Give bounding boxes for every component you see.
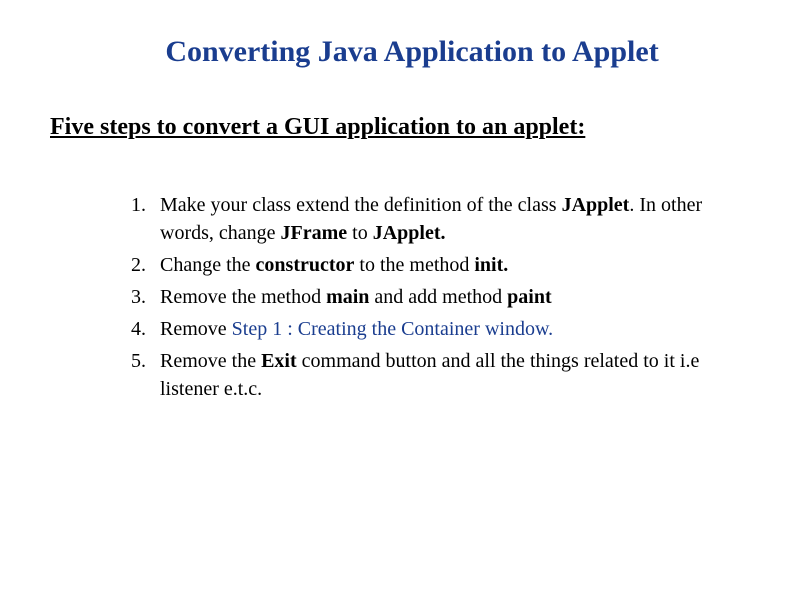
text-span: to the method <box>354 254 474 276</box>
text-span: Remove the <box>160 350 261 372</box>
step-number: 4. <box>120 315 160 343</box>
list-item: 4. Remove Step 1 : Creating the Containe… <box>120 315 744 343</box>
text-span: Remove <box>160 318 232 340</box>
text-span: Remove the method <box>160 286 326 308</box>
slide-title: Converting Java Application to Applet <box>80 35 744 69</box>
step-text: Remove Step 1 : Creating the Container w… <box>160 315 744 343</box>
text-span: JFrame <box>281 222 348 244</box>
list-item: 1. Make your class extend the definition… <box>120 191 744 247</box>
text-span: Make your class extend the definition of… <box>160 194 562 216</box>
steps-list: 1. Make your class extend the definition… <box>50 191 744 403</box>
text-span: and add method <box>374 286 507 308</box>
text-span: main <box>326 286 374 308</box>
step-text: Remove the Exit command button and all t… <box>160 347 744 403</box>
text-span: JApplet <box>562 194 630 216</box>
list-item: 5. Remove the Exit command button and al… <box>120 347 744 403</box>
text-span: to <box>347 222 373 244</box>
text-span: Exit <box>261 350 302 372</box>
list-item: 3. Remove the method main and add method… <box>120 283 744 311</box>
list-item: 2. Change the constructor to the method … <box>120 251 744 279</box>
text-span: JApplet. <box>373 222 446 244</box>
step-number: 2. <box>120 251 160 279</box>
step-text: Make your class extend the definition of… <box>160 191 744 247</box>
step-text: Change the constructor to the method ini… <box>160 251 744 279</box>
step-number: 1. <box>120 191 160 247</box>
step-number: 5. <box>120 347 160 403</box>
step-text: Remove the method main and add method pa… <box>160 283 744 311</box>
step-number: 3. <box>120 283 160 311</box>
text-span: Step 1 : Creating the Container window. <box>232 318 553 340</box>
text-span: Change the <box>160 254 256 276</box>
text-span: init. <box>474 254 508 276</box>
text-span: constructor <box>256 254 355 276</box>
slide-subtitle: Five steps to convert a GUI application … <box>50 114 744 141</box>
text-span: paint <box>507 286 551 308</box>
